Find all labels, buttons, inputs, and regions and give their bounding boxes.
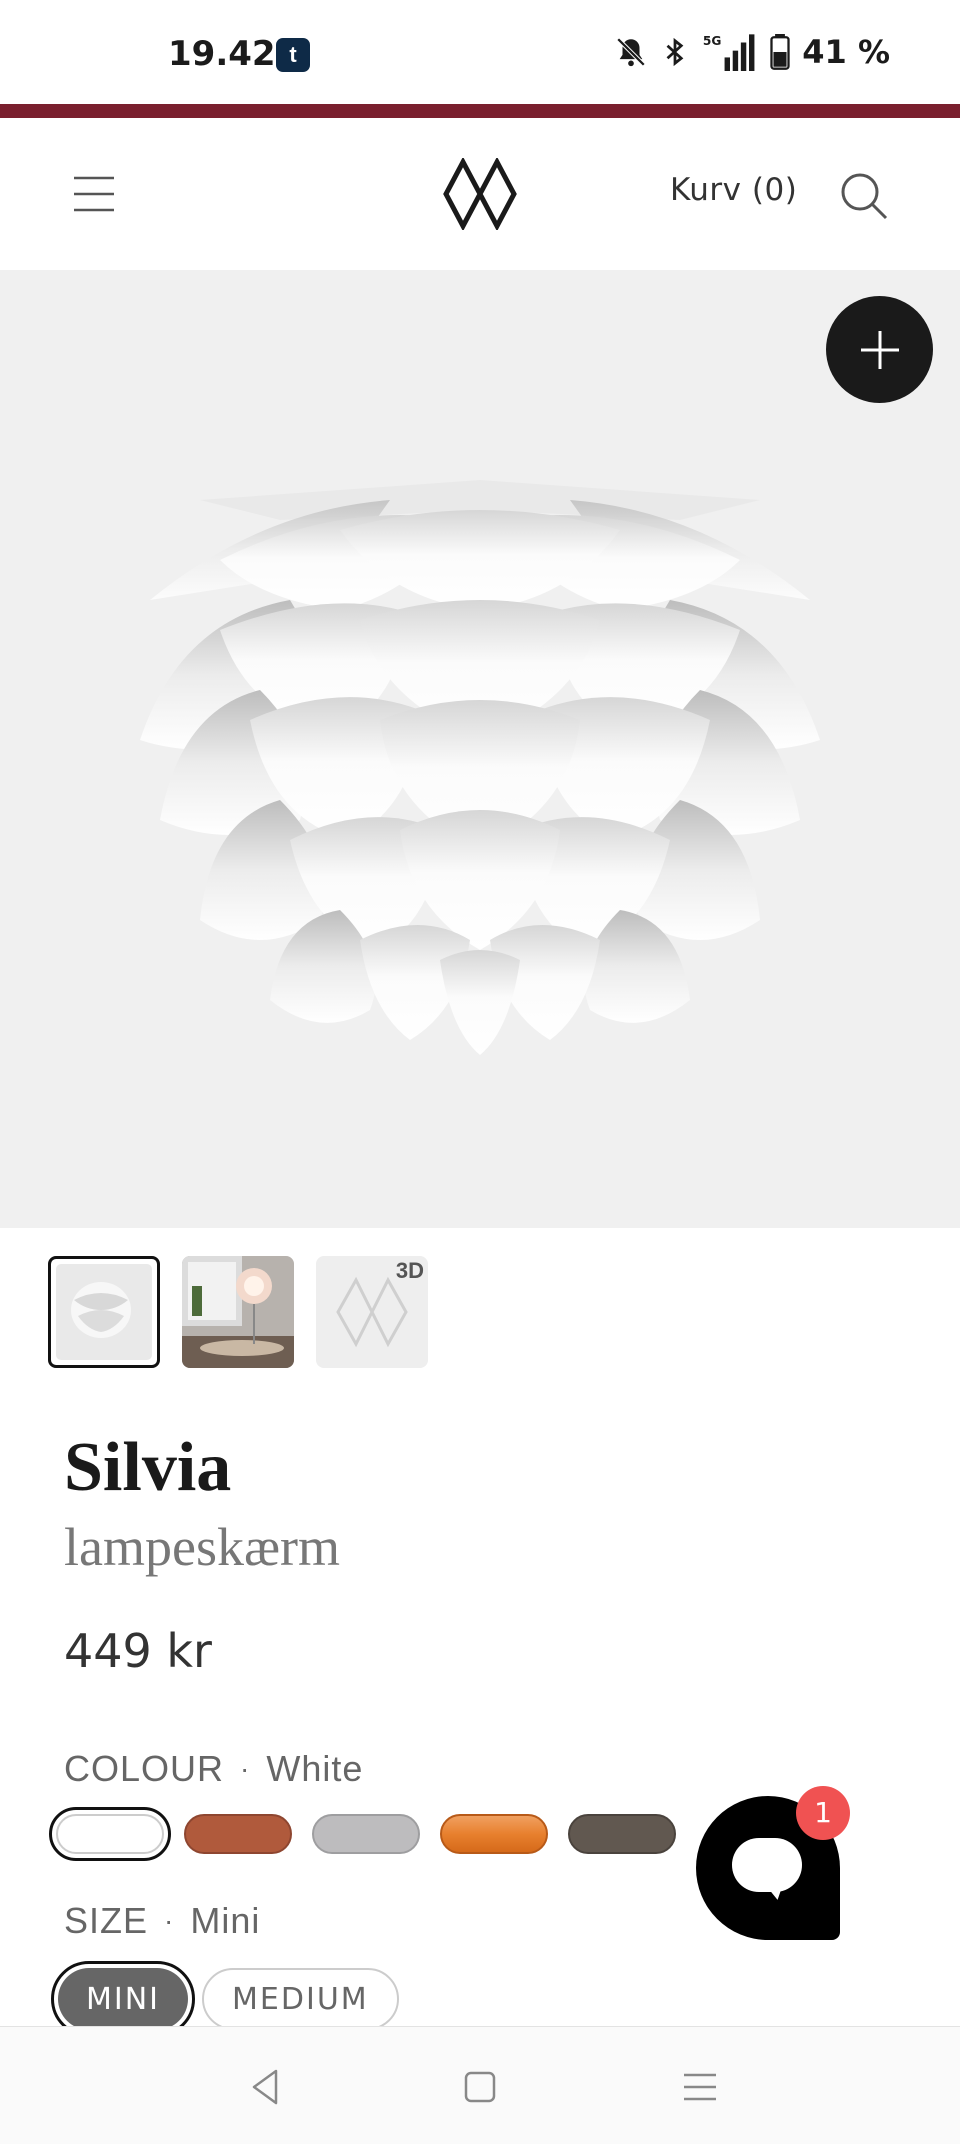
cart-button[interactable]: Kurv (0)	[670, 172, 797, 208]
zoom-plus-button[interactable]	[826, 296, 933, 403]
colour-option-label: COLOUR · White	[64, 1748, 363, 1790]
product-type: lampeskærm	[64, 1517, 340, 1577]
product-name: Silvia	[64, 1429, 232, 1506]
size-options: MINI MEDIUM	[50, 1961, 399, 2037]
tumblr-app-icon: t	[276, 38, 310, 72]
swatch-orange[interactable]	[440, 1814, 548, 1854]
colour-swatches	[49, 1807, 676, 1861]
lamp-image	[140, 480, 820, 1055]
menu-button[interactable]	[72, 174, 116, 214]
battery-icon	[770, 34, 790, 70]
accent-line	[0, 104, 960, 118]
chat-bubble-tail	[764, 1880, 788, 1902]
colour-selected: White	[266, 1748, 364, 1789]
room-photo-icon	[182, 1256, 294, 1368]
status-icons: 5G 41 %	[614, 30, 890, 74]
size-medium-button[interactable]: MEDIUM	[202, 1968, 399, 2030]
signal-5g-icon: 5G	[703, 34, 755, 71]
swatch-white[interactable]	[49, 1807, 171, 1861]
recents-button[interactable]	[676, 2063, 724, 2111]
separator-dot: ·	[164, 1905, 175, 1936]
back-icon	[252, 2069, 278, 2105]
bell-off-icon	[617, 37, 646, 67]
swatch-grey[interactable]	[312, 1814, 420, 1854]
size-selected: Mini	[190, 1900, 261, 1941]
bluetooth-icon	[666, 37, 684, 67]
search-button[interactable]	[838, 170, 890, 222]
site-header: Kurv (0)	[0, 118, 960, 270]
home-button[interactable]	[456, 2063, 504, 2111]
product-image[interactable]	[0, 270, 960, 1228]
status-time: 19.42	[168, 34, 276, 74]
recents-icon	[684, 2073, 716, 2101]
thumbnail-strip: 3D	[48, 1256, 428, 1368]
size-option-label: SIZE · Mini	[64, 1900, 260, 1942]
swatch-taupe[interactable]	[568, 1814, 676, 1854]
separator-dot: ·	[240, 1753, 251, 1784]
colour-label: COLOUR	[64, 1748, 225, 1789]
thumbnail-3d[interactable]: 3D	[316, 1256, 428, 1368]
status-bar: 19.42 t 5G 41 %	[0, 0, 960, 104]
product-price: 449 kr	[64, 1624, 212, 1678]
logo-diamond-icon	[443, 156, 517, 232]
battery-percent: 41 %	[802, 33, 890, 71]
3d-badge: 3D	[395, 1258, 424, 1283]
brand-logo[interactable]	[442, 156, 518, 232]
lamp-thumbnail-icon	[71, 1282, 131, 1338]
home-icon	[464, 2071, 496, 2103]
swatch-copper[interactable]	[184, 1814, 292, 1854]
thumbnail-product[interactable]	[48, 1256, 160, 1368]
size-label: SIZE	[64, 1900, 149, 1941]
system-nav-bar	[0, 2026, 960, 2144]
svg-text:5G: 5G	[703, 34, 722, 48]
thumbnail-room[interactable]	[182, 1256, 294, 1368]
menu-icon	[74, 176, 114, 212]
size-mini-button[interactable]: MINI	[50, 1961, 196, 2037]
back-button[interactable]	[242, 2063, 290, 2111]
search-icon	[841, 173, 888, 220]
chat-notification-badge: 1	[796, 1786, 850, 1840]
